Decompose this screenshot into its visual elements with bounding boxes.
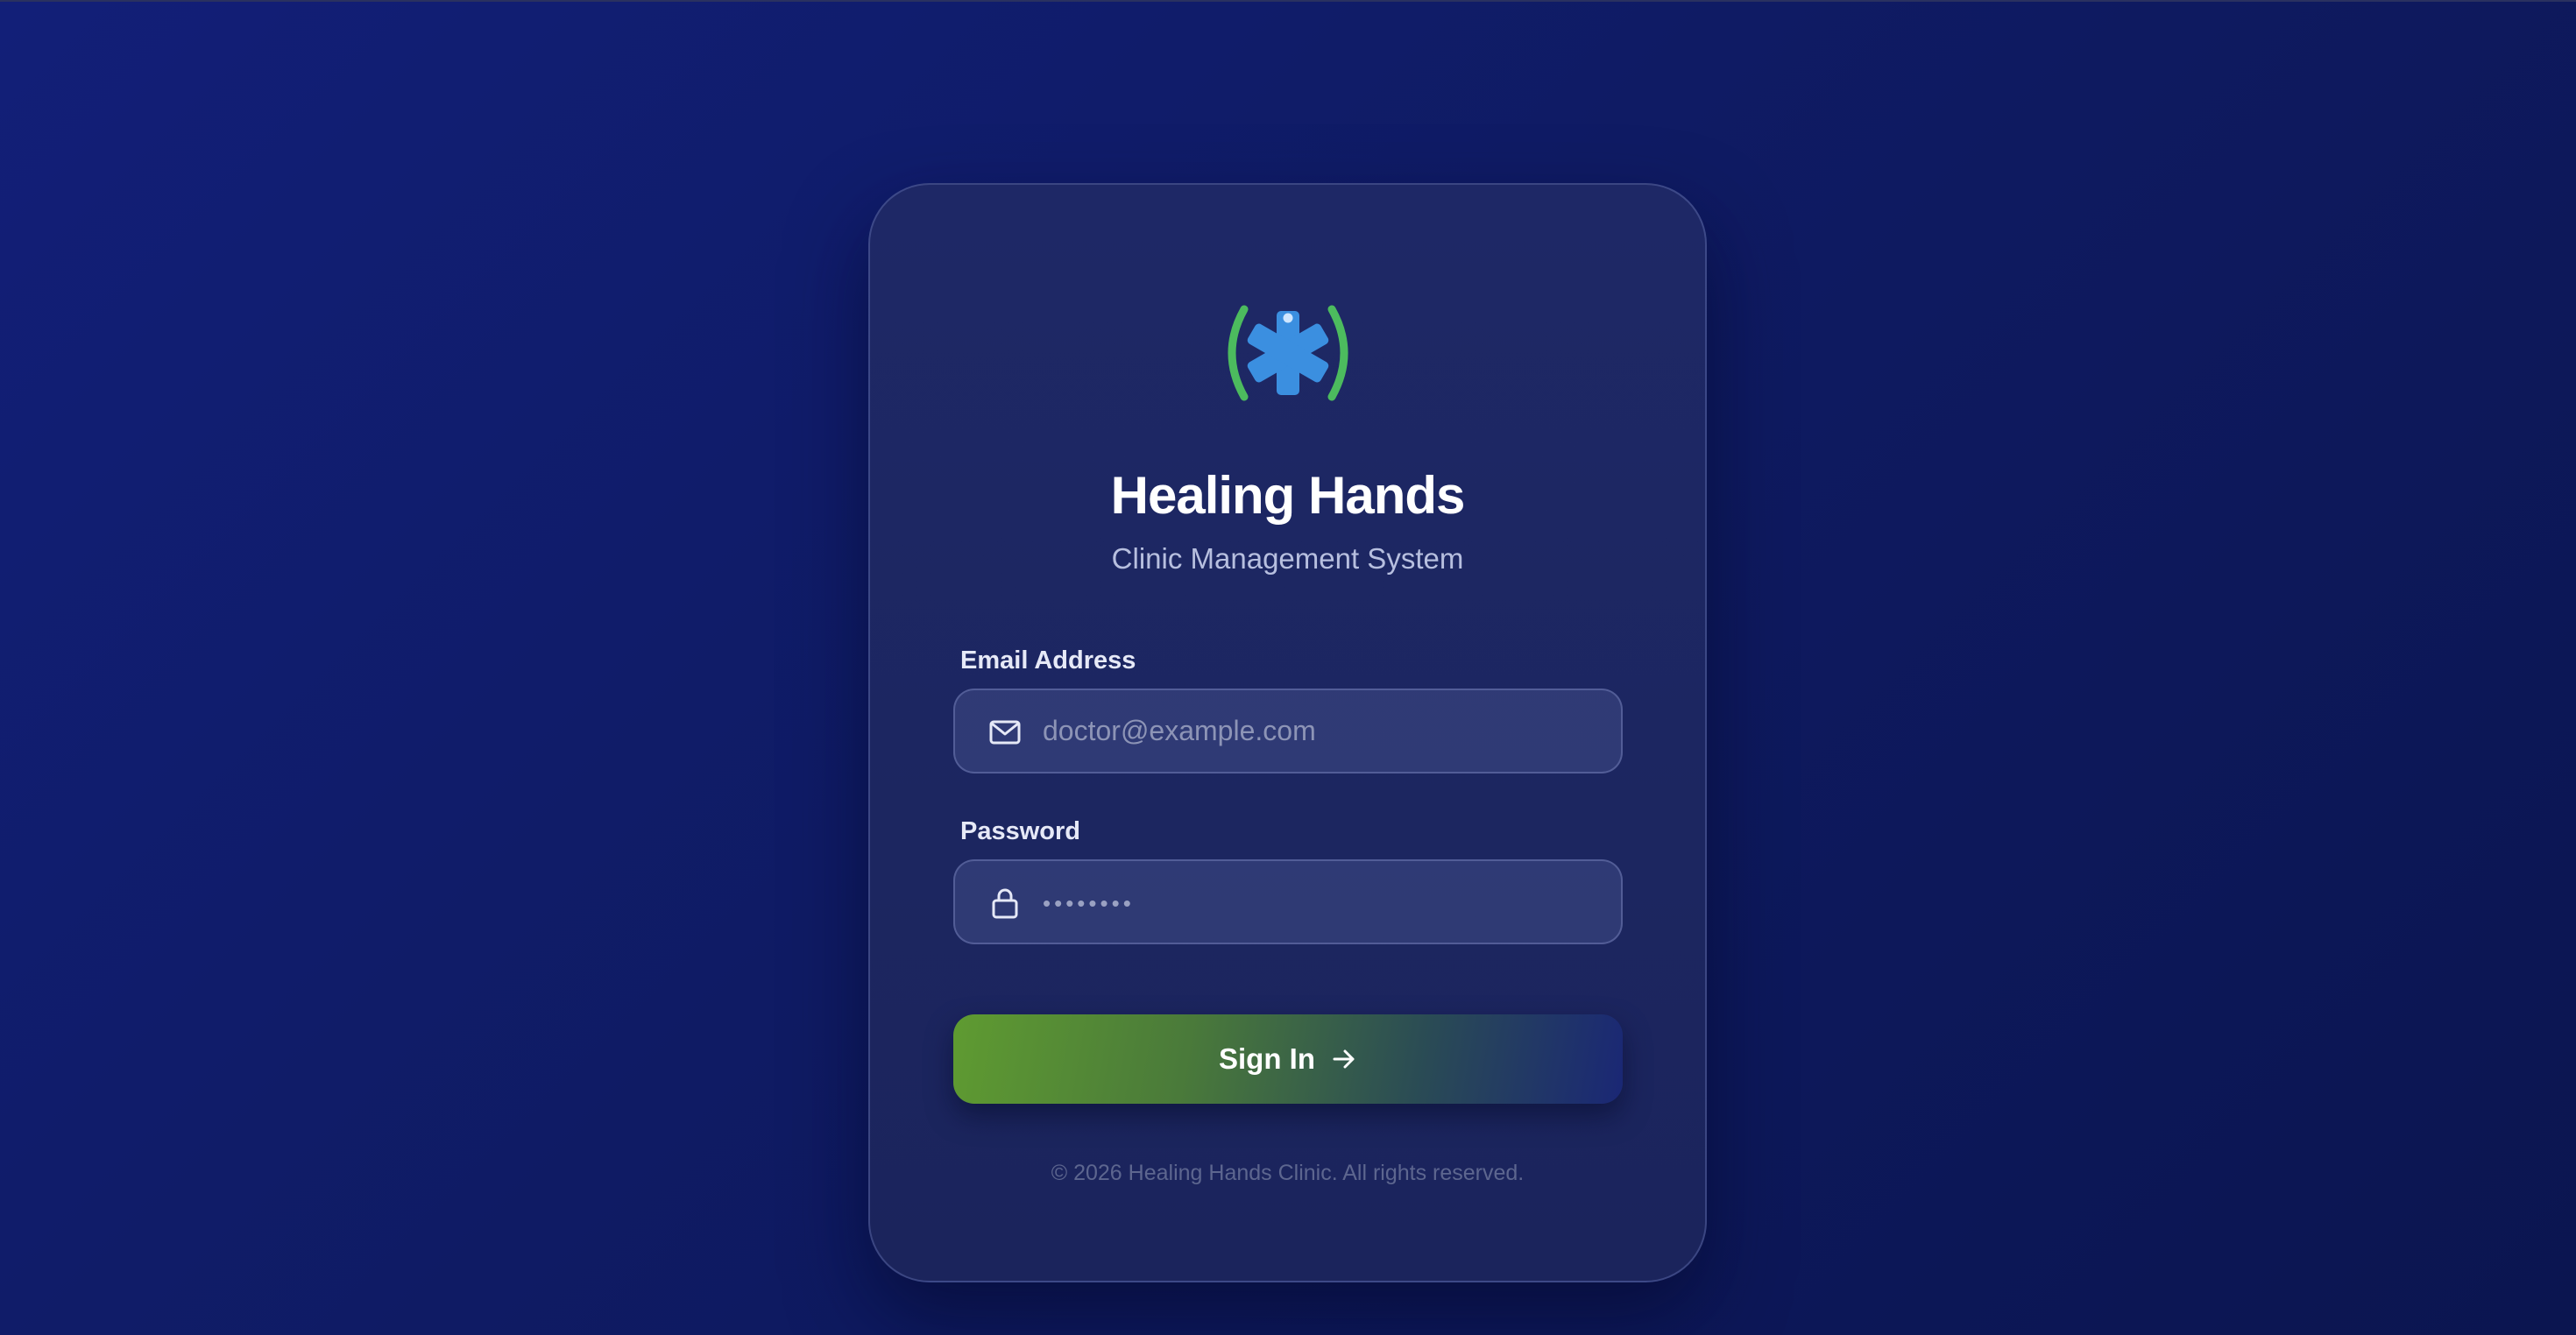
top-border xyxy=(0,0,2576,2)
copyright-text: © 2026 Healing Hands Clinic. All rights … xyxy=(1051,1161,1525,1185)
password-field[interactable] xyxy=(953,859,1623,944)
email-input[interactable] xyxy=(1043,690,1603,772)
email-label: Email Address xyxy=(960,646,1136,675)
sign-in-label: Sign In xyxy=(1219,1042,1315,1075)
medical-logo-icon xyxy=(1228,305,1348,401)
mail-icon xyxy=(989,720,1021,745)
app-subtitle: Clinic Management System xyxy=(1111,542,1464,575)
password-label: Password xyxy=(960,817,1080,845)
email-field[interactable] xyxy=(953,689,1623,773)
sign-in-button[interactable]: Sign In xyxy=(953,1014,1623,1104)
app-title: Healing Hands xyxy=(1110,466,1466,525)
lock-icon xyxy=(992,888,1018,919)
password-input[interactable] xyxy=(1043,861,1603,943)
arrow-right-icon xyxy=(1333,1049,1355,1069)
